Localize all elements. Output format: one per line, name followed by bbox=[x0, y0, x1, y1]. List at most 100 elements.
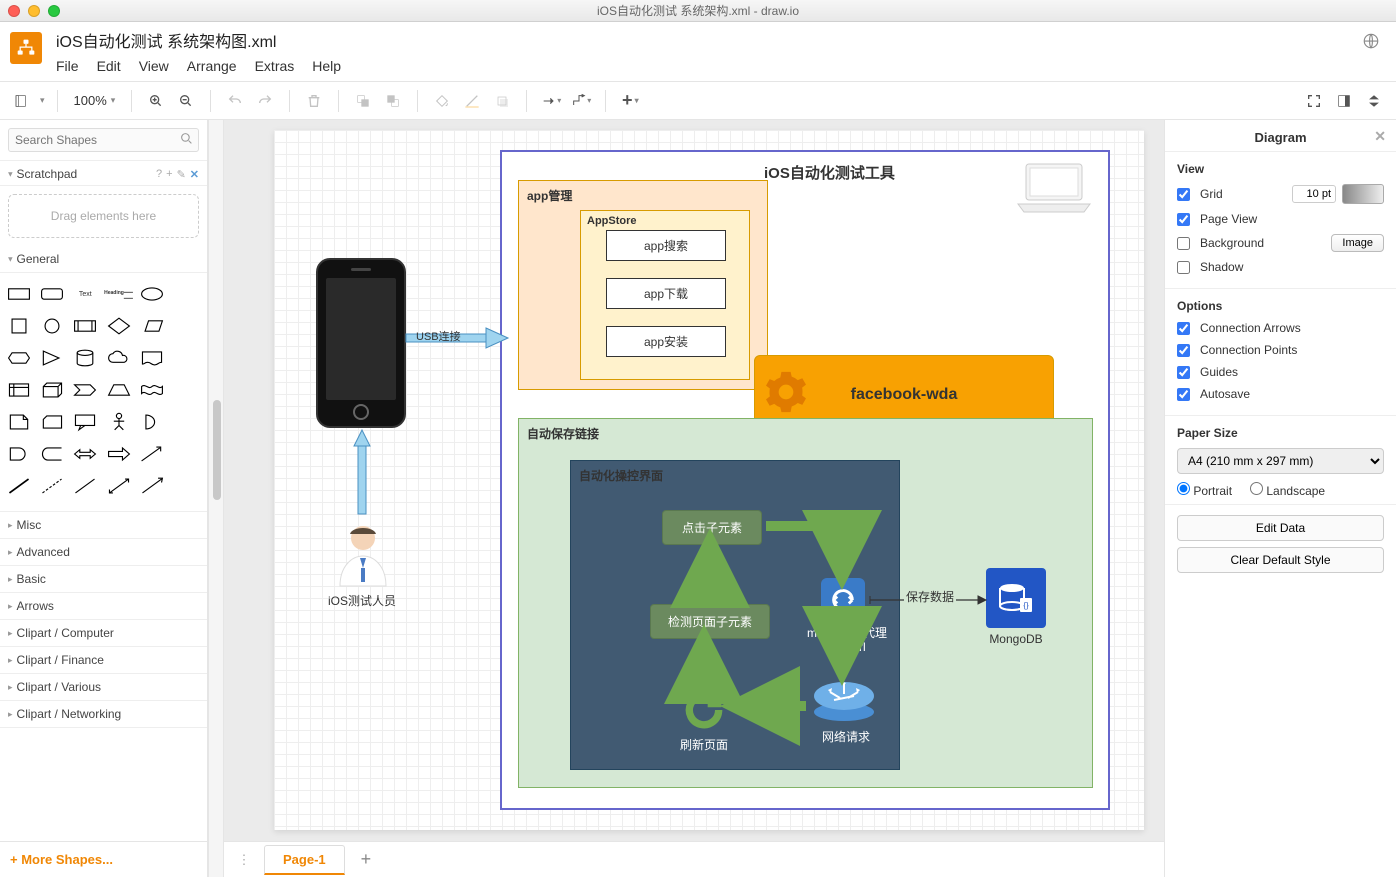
close-icon[interactable]: ✕ bbox=[190, 168, 199, 181]
landscape-option[interactable]: Landscape bbox=[1250, 482, 1325, 498]
shape-heading[interactable]: Heading━━━━━━ bbox=[104, 279, 134, 309]
shape-text[interactable]: Text bbox=[70, 279, 100, 309]
view-mode-button[interactable] bbox=[10, 89, 34, 113]
menu-arrange[interactable]: Arrange bbox=[187, 58, 237, 74]
shape-step[interactable] bbox=[70, 375, 100, 405]
scratchpad-header[interactable]: ▸ Scratchpad ?+✎✕ bbox=[0, 161, 207, 186]
panel-close-icon[interactable]: ✕ bbox=[1374, 128, 1386, 145]
edit-data-button[interactable]: Edit Data bbox=[1177, 515, 1384, 541]
shape-tape[interactable] bbox=[137, 375, 167, 405]
shape-circle[interactable] bbox=[37, 311, 67, 341]
section-clipart-computer[interactable]: Clipart / Computer bbox=[0, 620, 207, 647]
shape-line-bi[interactable] bbox=[104, 471, 134, 501]
menu-view[interactable]: View bbox=[139, 58, 169, 74]
to-front-button[interactable] bbox=[351, 89, 375, 113]
shape-arrow-bi[interactable] bbox=[70, 439, 100, 469]
scratchpad-drop[interactable]: Drag elements here bbox=[8, 194, 199, 238]
grid-size-input[interactable] bbox=[1292, 185, 1336, 203]
menu-extras[interactable]: Extras bbox=[255, 58, 295, 74]
app-download-node[interactable]: app下载 bbox=[606, 278, 726, 309]
shape-cylinder[interactable] bbox=[70, 343, 100, 373]
shape-process[interactable] bbox=[70, 311, 100, 341]
shape-blank7[interactable] bbox=[170, 471, 200, 501]
shape-card[interactable] bbox=[37, 407, 67, 437]
shape-actor[interactable] bbox=[104, 407, 134, 437]
shape-note[interactable] bbox=[4, 407, 34, 437]
shape-line-arrow2[interactable] bbox=[137, 471, 167, 501]
section-clipart-various[interactable]: Clipart / Various bbox=[0, 674, 207, 701]
shape-ellipse[interactable] bbox=[137, 279, 167, 309]
shape-internal[interactable] bbox=[4, 375, 34, 405]
help-icon[interactable]: ? bbox=[156, 168, 162, 181]
shape-cloud[interactable] bbox=[104, 343, 134, 373]
zoom-in-button[interactable] bbox=[144, 89, 168, 113]
redo-button[interactable] bbox=[253, 89, 277, 113]
add-icon[interactable]: + bbox=[166, 168, 172, 181]
shape-and[interactable] bbox=[4, 439, 34, 469]
grid-color-swatch[interactable] bbox=[1342, 184, 1384, 204]
diagram-page[interactable]: iOS自动化测试工具 app管理 AppStore app搜索 app下载 ap… bbox=[274, 130, 1144, 830]
connection-button[interactable]: ▾ bbox=[539, 89, 563, 113]
shape-blank[interactable] bbox=[170, 279, 200, 309]
shape-square[interactable] bbox=[4, 311, 34, 341]
laptop-icon[interactable] bbox=[1014, 160, 1094, 219]
shape-callout[interactable] bbox=[70, 407, 100, 437]
language-icon[interactable] bbox=[1362, 32, 1380, 55]
shape-blank5[interactable] bbox=[170, 407, 200, 437]
section-basic[interactable]: Basic bbox=[0, 566, 207, 593]
shadow-checkbox[interactable] bbox=[1177, 261, 1190, 274]
main-title[interactable]: iOS自动化测试工具 bbox=[764, 162, 895, 183]
delete-button[interactable] bbox=[302, 89, 326, 113]
shape-arrow-r[interactable] bbox=[104, 439, 134, 469]
add-page-button[interactable]: + bbox=[353, 849, 380, 870]
grid-checkbox[interactable] bbox=[1177, 188, 1190, 201]
search-input[interactable] bbox=[8, 128, 199, 152]
app-install-node[interactable]: app安装 bbox=[606, 326, 726, 357]
background-checkbox[interactable] bbox=[1177, 237, 1190, 250]
clear-style-button[interactable]: Clear Default Style bbox=[1177, 547, 1384, 573]
edit-icon[interactable]: ✎ bbox=[177, 168, 186, 181]
menu-file[interactable]: File bbox=[56, 58, 79, 74]
shape-blank2[interactable] bbox=[170, 311, 200, 341]
shape-triangle[interactable] bbox=[37, 343, 67, 373]
shape-trapezoid[interactable] bbox=[104, 375, 134, 405]
conn-points-checkbox[interactable] bbox=[1177, 344, 1190, 357]
paper-size-select[interactable]: A4 (210 mm x 297 mm) bbox=[1177, 448, 1384, 474]
image-button[interactable]: Image bbox=[1331, 234, 1384, 252]
outline-button[interactable]: ⋮ bbox=[232, 852, 256, 868]
shape-parallelogram[interactable] bbox=[137, 311, 167, 341]
conn-arrows-checkbox[interactable] bbox=[1177, 322, 1190, 335]
collapse-button[interactable] bbox=[1362, 89, 1386, 113]
search-icon[interactable] bbox=[180, 132, 193, 148]
shape-blank3[interactable] bbox=[170, 343, 200, 373]
tester-icon[interactable] bbox=[328, 520, 398, 593]
shape-hexagon[interactable] bbox=[4, 343, 34, 373]
shape-half-circle[interactable] bbox=[137, 407, 167, 437]
waypoint-button[interactable]: ▾ bbox=[569, 89, 593, 113]
guides-checkbox[interactable] bbox=[1177, 366, 1190, 379]
section-clipart-finance[interactable]: Clipart / Finance bbox=[0, 647, 207, 674]
line-color-button[interactable] bbox=[460, 89, 484, 113]
to-back-button[interactable] bbox=[381, 89, 405, 113]
autosave-checkbox[interactable] bbox=[1177, 388, 1190, 401]
menu-help[interactable]: Help bbox=[312, 58, 341, 74]
insert-button[interactable]: +▾ bbox=[618, 89, 642, 113]
section-arrows[interactable]: Arrows bbox=[0, 593, 207, 620]
shape-blank6[interactable] bbox=[170, 439, 200, 469]
file-name[interactable]: iOS自动化测试 系统架构图.xml bbox=[56, 28, 341, 52]
shape-rect[interactable] bbox=[4, 279, 34, 309]
section-general[interactable]: General bbox=[0, 246, 207, 273]
portrait-option[interactable]: Portrait bbox=[1177, 482, 1232, 498]
format-panel-button[interactable] bbox=[1332, 89, 1356, 113]
zoom-out-button[interactable] bbox=[174, 89, 198, 113]
menu-edit[interactable]: Edit bbox=[97, 58, 121, 74]
shape-store[interactable] bbox=[37, 439, 67, 469]
zoom-level[interactable]: 100%▾ bbox=[70, 93, 120, 108]
shadow-button[interactable] bbox=[490, 89, 514, 113]
shape-round-rect[interactable] bbox=[37, 279, 67, 309]
shape-blank4[interactable] bbox=[170, 375, 200, 405]
canvas[interactable]: iOS自动化测试工具 app管理 AppStore app搜索 app下载 ap… bbox=[224, 120, 1164, 841]
fill-color-button[interactable] bbox=[430, 89, 454, 113]
shape-cube[interactable] bbox=[37, 375, 67, 405]
page-tab-1[interactable]: Page-1 bbox=[264, 845, 345, 875]
